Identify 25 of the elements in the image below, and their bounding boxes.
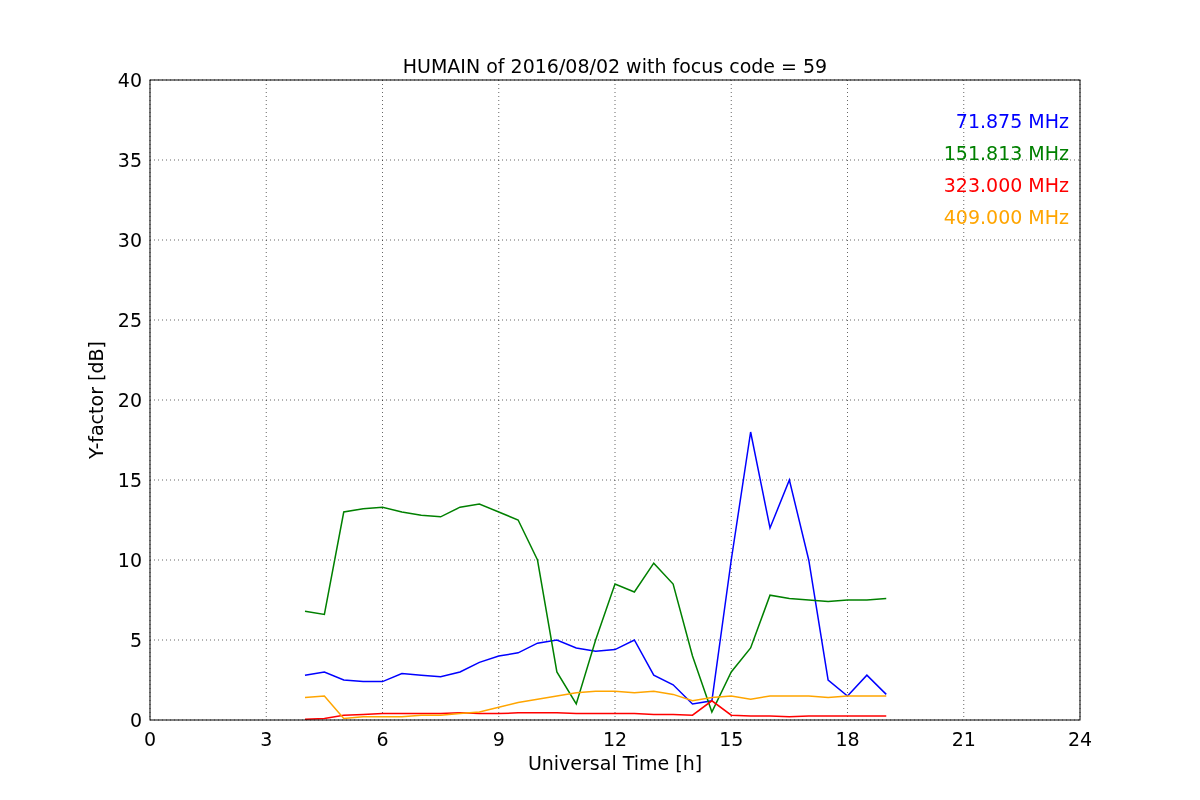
tick-label: 5 bbox=[129, 629, 142, 651]
chart-title: HUMAIN of 2016/08/02 with focus code = 59 bbox=[402, 55, 828, 77]
tick-label: 21 bbox=[951, 728, 976, 750]
tick-label: 18 bbox=[835, 728, 860, 750]
tick-label: 0 bbox=[129, 709, 142, 731]
legend-label: 71.875 MHz bbox=[955, 110, 1069, 132]
tick-label: 25 bbox=[117, 309, 142, 331]
tick-label: 9 bbox=[492, 728, 505, 750]
tick-label: 15 bbox=[719, 728, 744, 750]
tick-label: 40 bbox=[117, 69, 142, 91]
tick-label: 24 bbox=[1067, 728, 1093, 750]
tick-label: 12 bbox=[602, 728, 628, 750]
tick-label: 20 bbox=[117, 389, 142, 411]
tick-label: 3 bbox=[260, 728, 273, 750]
tick-label: 15 bbox=[117, 469, 142, 491]
legend-label: 323.000 MHz bbox=[943, 174, 1069, 196]
axis-label: Universal Time [h] bbox=[527, 752, 703, 774]
tick-label: 35 bbox=[117, 149, 142, 171]
tick-label: 0 bbox=[143, 728, 157, 750]
axis-label: Y-factor [dB] bbox=[85, 341, 107, 459]
tick-label: 30 bbox=[117, 229, 142, 251]
legend-label: 151.813 MHz bbox=[943, 142, 1069, 164]
tick-label: 10 bbox=[117, 549, 142, 571]
legend-label: 409.000 MHz bbox=[943, 206, 1069, 228]
tick-label: 6 bbox=[376, 728, 389, 750]
